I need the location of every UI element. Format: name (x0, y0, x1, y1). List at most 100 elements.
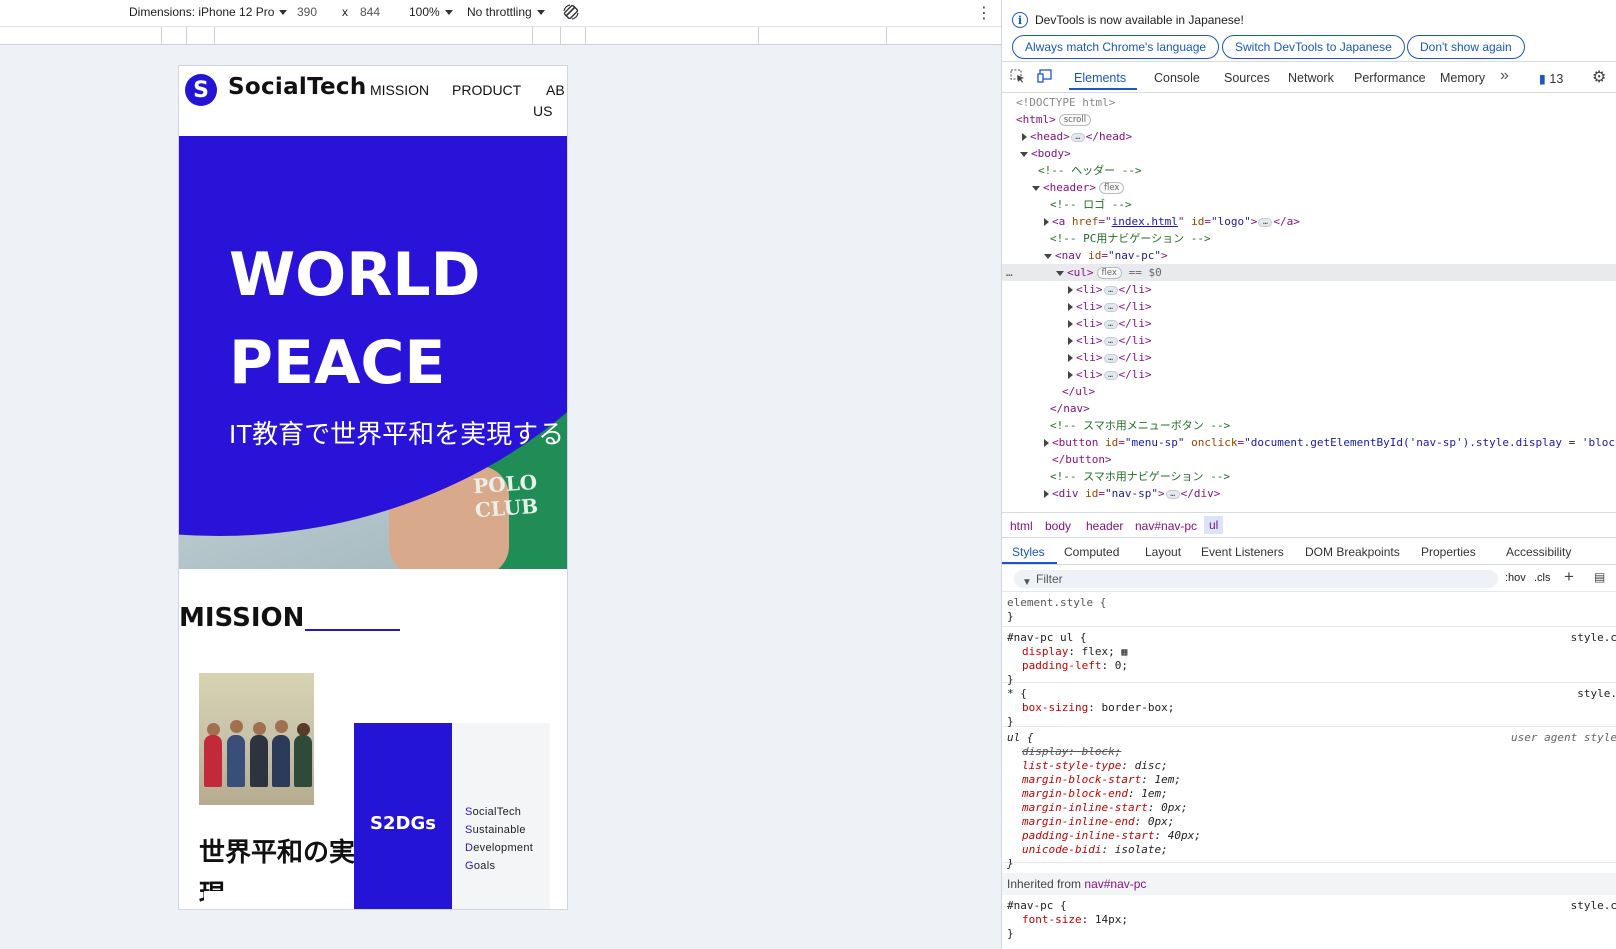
rule-selector[interactable]: element.style { (1007, 596, 1106, 610)
dom-li[interactable]: <li>… </li> (1002, 349, 1616, 366)
device-select[interactable]: Dimensions: iPhone 12 Pro (129, 5, 288, 19)
css-prop[interactable]: padding-inline-start: 40px; (1022, 829, 1201, 843)
dom-nav-close[interactable]: </nav> (1002, 400, 1616, 417)
expand-triangle-icon[interactable] (1022, 133, 1027, 141)
filter-input[interactable]: ▼ Filter (1014, 570, 1498, 588)
nav-link-mission[interactable]: MISSION (370, 82, 429, 98)
css-prop[interactable]: list-style-type: disc; (1022, 759, 1168, 773)
cls-toggle[interactable]: .cls (1534, 572, 1551, 584)
dom-a-logo[interactable]: <a href="index.html" id="logo">… </a> (1002, 213, 1616, 230)
breadcrumb-html[interactable]: html (1010, 519, 1033, 533)
switch-language-button[interactable]: Switch DevTools to Japanese (1222, 35, 1405, 59)
dom-li[interactable]: <li>… </li> (1002, 315, 1616, 332)
css-prop-overridden[interactable]: display: block; (1022, 745, 1121, 759)
rule-selector[interactable]: ul { (1007, 731, 1034, 745)
throttling-select[interactable]: No throttling (467, 5, 545, 19)
subtab-styles[interactable]: Styles (1012, 545, 1045, 559)
rotate-icon[interactable] (562, 3, 580, 24)
inherited-from-link[interactable]: nav#nav-pc (1084, 877, 1146, 891)
flex-editor-icon[interactable]: ▦ (1121, 647, 1127, 658)
css-prop[interactable]: unicode-bidi: isolate; (1022, 843, 1168, 857)
tab-console[interactable]: Console (1154, 71, 1200, 85)
zoom-select[interactable]: 100% (409, 5, 453, 19)
dom-ul-selected[interactable]: … <ul> flex == $0 (1002, 264, 1616, 281)
collapse-triangle-icon[interactable] (1032, 185, 1040, 191)
subtab-layout[interactable]: Layout (1145, 545, 1181, 559)
subtab-dom-breakpoints[interactable]: DOM Breakpoints (1305, 545, 1400, 559)
subtab-event-listeners[interactable]: Event Listeners (1201, 545, 1284, 559)
more-tabs-icon[interactable]: » (1500, 67, 1509, 85)
collapse-triangle-icon[interactable] (1056, 270, 1064, 276)
nav-link-about-us[interactable]: US (533, 103, 552, 119)
tab-network[interactable]: Network (1288, 71, 1334, 85)
paint-icon[interactable]: ▤ (1594, 570, 1605, 584)
collapse-triangle-icon[interactable] (1044, 253, 1052, 259)
subtab-properties[interactable]: Properties (1421, 545, 1476, 559)
dom-html[interactable]: <html> scroll (1002, 111, 1616, 128)
css-prop[interactable]: display: flex; ▦ (1022, 645, 1127, 659)
expand-triangle-icon[interactable] (1068, 320, 1073, 328)
ellipsis-icon[interactable]: … (1070, 132, 1085, 142)
more-options-icon[interactable]: ⋮ (976, 3, 992, 23)
rule-selector[interactable]: #nav-pc { (1007, 899, 1067, 913)
inspect-element-icon[interactable] (1010, 69, 1026, 83)
ellipsis-icon[interactable]: … (1103, 285, 1118, 295)
expand-triangle-icon[interactable] (1044, 490, 1049, 498)
dom-div-navsp[interactable]: <div id="nav-sp">… </div> (1002, 485, 1616, 502)
nav-link-product[interactable]: PRODUCT (452, 82, 521, 98)
css-prop[interactable]: margin-block-end: 1em; (1022, 787, 1168, 801)
dom-button-close[interactable]: </button> (1002, 451, 1616, 468)
flex-badge[interactable]: flex (1098, 182, 1125, 194)
dom-header[interactable]: <header> flex (1002, 179, 1616, 196)
height-input[interactable]: 844 (360, 5, 400, 19)
device-toggle-icon[interactable] (1037, 69, 1053, 83)
match-language-button[interactable]: Always match Chrome's language (1012, 35, 1220, 59)
ellipsis-icon[interactable]: … (1258, 217, 1273, 227)
expand-triangle-icon[interactable] (1068, 337, 1073, 345)
dom-button[interactable]: <button id="menu-sp" onclick="document.g… (1002, 434, 1616, 451)
expand-triangle-icon[interactable] (1068, 303, 1073, 311)
dom-comment[interactable]: <!-- ヘッダー --> (1002, 162, 1616, 179)
breadcrumb-nav[interactable]: nav#nav-pc (1135, 519, 1197, 533)
css-prop[interactable]: padding-left: 0; (1022, 659, 1128, 673)
issues-counter[interactable]: ▮ 13 (1539, 71, 1563, 86)
dom-ul-close[interactable]: </ul> (1002, 383, 1616, 400)
breadcrumb-ul[interactable]: ul (1204, 516, 1224, 534)
tab-performance[interactable]: Performance (1354, 71, 1426, 85)
tab-memory[interactable]: Memory (1440, 71, 1485, 85)
breadcrumb-header[interactable]: header (1086, 519, 1123, 533)
nav-link-about[interactable]: AB (546, 82, 565, 98)
rule-source-link[interactable]: style. (1577, 687, 1616, 700)
dom-body[interactable]: <body> (1002, 145, 1616, 162)
add-rule-icon[interactable]: + (1564, 567, 1574, 587)
dom-nav[interactable]: <nav id="nav-pc"> (1002, 247, 1616, 264)
dom-comment[interactable]: <!-- スマホ用メニューボタン --> (1002, 417, 1616, 434)
dom-li[interactable]: <li>… </li> (1002, 332, 1616, 349)
ellipsis-icon[interactable]: … (1103, 302, 1118, 312)
expand-triangle-icon[interactable] (1068, 286, 1073, 294)
ellipsis-icon[interactable]: … (1103, 353, 1118, 363)
css-prop[interactable]: margin-inline-start: 0px; (1022, 801, 1188, 815)
scroll-badge[interactable]: scroll (1058, 114, 1092, 126)
expand-triangle-icon[interactable] (1068, 371, 1073, 379)
dom-comment[interactable]: <!-- PC用ナビゲーション --> (1002, 230, 1616, 247)
dont-show-again-button[interactable]: Don't show again (1407, 35, 1525, 59)
ellipsis-icon[interactable]: … (1103, 336, 1118, 346)
css-prop[interactable]: margin-block-start: 1em; (1022, 773, 1181, 787)
tab-sources[interactable]: Sources (1224, 71, 1270, 85)
css-prop[interactable]: margin-inline-end: 0px; (1022, 815, 1174, 829)
dom-li[interactable]: <li>… </li> (1002, 366, 1616, 383)
rule-selector[interactable]: * { (1007, 687, 1027, 701)
rule-source-link[interactable]: style.c (1571, 631, 1616, 644)
dom-comment[interactable]: <!-- スマホ用ナビゲーション --> (1002, 468, 1616, 485)
logo-s-icon[interactable]: S (185, 74, 217, 106)
hov-toggle[interactable]: :hov (1505, 572, 1526, 584)
collapse-triangle-icon[interactable] (1020, 151, 1028, 157)
dom-head[interactable]: <head>… </head> (1002, 128, 1616, 145)
subtab-accessibility[interactable]: Accessibility (1506, 545, 1571, 559)
breadcrumb-body[interactable]: body (1045, 519, 1071, 533)
width-input[interactable]: 390 (297, 5, 337, 19)
css-prop[interactable]: box-sizing: border-box; (1022, 701, 1174, 715)
expand-triangle-icon[interactable] (1068, 354, 1073, 362)
site-logo[interactable]: SocialTech (228, 74, 367, 100)
